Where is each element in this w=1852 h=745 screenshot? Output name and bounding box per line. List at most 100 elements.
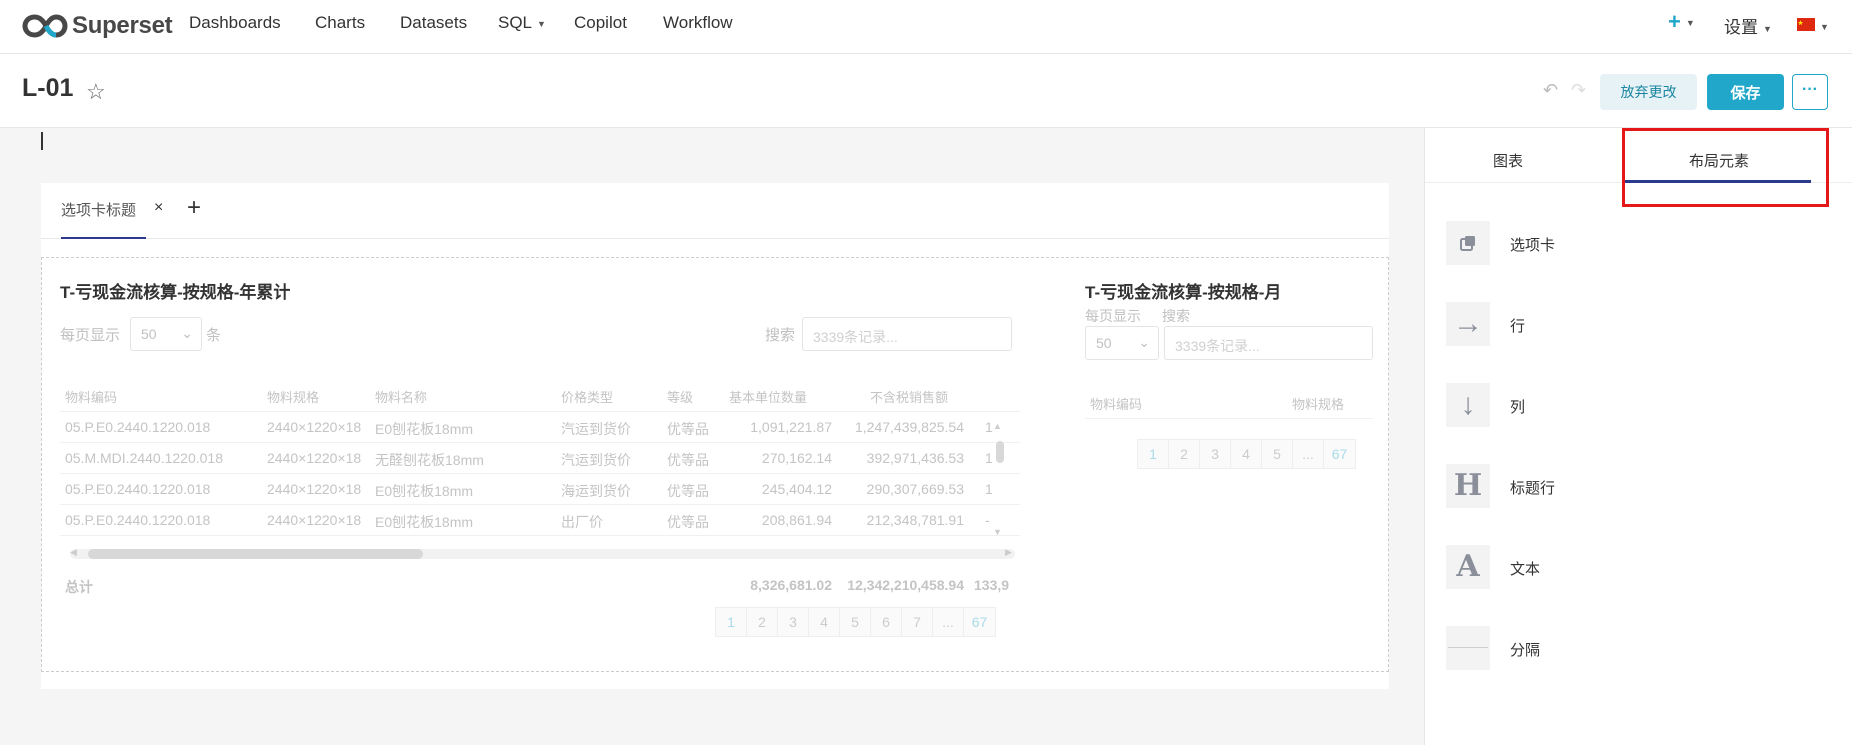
page-button[interactable]: 67 [1324, 440, 1355, 468]
cell-grade: 优等品 [667, 514, 709, 530]
layout-item-tabs[interactable]: 选项卡 [1446, 221, 1826, 265]
column-header-price-type[interactable]: 价格类型 [561, 387, 613, 406]
scroll-right-icon[interactable]: ▶ [1005, 547, 1012, 558]
search-input[interactable]: 3339条记录... [1164, 326, 1373, 360]
nav-datasets[interactable]: Datasets [400, 13, 467, 33]
column-header-code[interactable]: 物料编码 [1090, 394, 1142, 413]
cell-code: 05.P.E0.2440.1220.018 [65, 512, 211, 528]
superset-logo[interactable]: Superset [22, 8, 173, 44]
arrow-right-icon: → [1446, 302, 1490, 346]
cell-spec: 2440×1220×18 [267, 481, 362, 497]
highlight-annotation [1622, 128, 1829, 207]
layout-item-label: 标题行 [1510, 480, 1556, 497]
search-input[interactable]: 3339条记录... [802, 317, 1012, 351]
chevron-down-icon: ▼ [1685, 18, 1695, 29]
superset-logo-icon [22, 14, 68, 38]
tab-title[interactable]: 选项卡标题 [61, 199, 147, 239]
chart-2-title[interactable]: T-亏现金流核算-按规格-月 [1085, 278, 1281, 303]
brand-name: Superset [72, 12, 173, 39]
row-divider [60, 535, 1020, 536]
dashboard-title[interactable]: L-01 [22, 74, 73, 103]
page-ellipsis: ... [1293, 440, 1324, 468]
cell-sales: 290,307,669.53 [866, 481, 964, 497]
layout-item-divider[interactable]: 分隔 [1446, 626, 1826, 670]
page-button[interactable]: 6 [871, 608, 902, 636]
chart-1-title[interactable]: T-亏现金流核算-按规格-年累计 [60, 278, 290, 303]
cell-extra: 1 [985, 450, 993, 466]
pagination: 1 2 3 4 5 6 7 ... 67 [715, 607, 996, 637]
redo-icon[interactable]: ↷ [1571, 80, 1586, 101]
column-header-sales[interactable]: 不含税销售额 [870, 387, 948, 406]
layout-item-text[interactable]: A 文本 [1446, 545, 1826, 589]
layout-item-header[interactable]: H 标题行 [1446, 464, 1826, 508]
page-button[interactable]: 7 [902, 608, 933, 636]
page-button[interactable]: 4 [809, 608, 840, 636]
column-header-name[interactable]: 物料名称 [375, 387, 427, 406]
layout-item-row[interactable]: → 行 [1446, 302, 1826, 346]
cell-quantity: 208,861.94 [761, 512, 832, 528]
horizontal-scroll-thumb[interactable] [88, 549, 423, 559]
page-size-select[interactable]: 50 ⌄ [1085, 326, 1159, 360]
layout-item-label: 行 [1510, 318, 1526, 335]
page-button[interactable]: 5 [840, 608, 871, 636]
arrow-down-icon: ↓ [1446, 383, 1490, 427]
row-divider [60, 442, 1020, 443]
tab-content-area: T-亏现金流核算-按规格-年累计 每页显示 50 ⌄ 条 搜索 3339条记录..… [41, 257, 1389, 672]
new-plus-menu[interactable]: + ▼ [1668, 9, 1695, 35]
nav-sql[interactable]: SQL ▼ [498, 13, 546, 33]
cell-grade: 优等品 [667, 483, 709, 499]
cell-price-type: 海运到货价 [561, 483, 631, 499]
chevron-down-icon: ▼ [537, 18, 546, 29]
save-button[interactable]: 保存 [1707, 74, 1784, 110]
undo-icon[interactable]: ↶ [1543, 80, 1558, 101]
vertical-scroll-thumb[interactable] [996, 441, 1004, 463]
cell-name: 无醛刨花板18mm [375, 452, 484, 468]
page-button[interactable]: 2 [747, 608, 778, 636]
discard-changes-button[interactable]: 放弃更改 [1600, 74, 1697, 110]
scroll-left-icon[interactable]: ◀ [70, 547, 77, 558]
nav-copilot[interactable]: Copilot [574, 13, 627, 33]
chevron-down-icon: ⌄ [1138, 334, 1150, 350]
nav-charts[interactable]: Charts [315, 13, 365, 33]
column-header-spec[interactable]: 物料规格 [267, 387, 319, 406]
language-menu[interactable]: ▼ [1797, 16, 1829, 36]
scroll-up-icon[interactable]: ▲ [993, 421, 1002, 431]
search-label: 搜索 [765, 327, 796, 344]
page-button[interactable]: 2 [1169, 440, 1200, 468]
column-header-spec[interactable]: 物料规格 [1292, 394, 1344, 413]
add-tab-icon[interactable]: + [187, 194, 201, 222]
pagination: 1 2 3 4 5 ... 67 [1137, 439, 1356, 469]
star-icon[interactable]: ☆ [86, 79, 106, 105]
settings-menu[interactable]: 设置 ▼ [1724, 13, 1772, 38]
page-button[interactable]: 3 [1200, 440, 1231, 468]
divider-icon [1446, 626, 1490, 670]
scroll-down-icon[interactable]: ▼ [993, 527, 1002, 537]
page-button[interactable]: 5 [1262, 440, 1293, 468]
page-ellipsis: ... [933, 608, 964, 636]
page-button[interactable]: 3 [778, 608, 809, 636]
header-icon: H [1446, 464, 1490, 508]
tab-charts[interactable]: 图表 [1493, 150, 1523, 171]
builder-side-panel: 图表 布局元素 选项卡 → 行 ↓ 列 H 标题行 A 文本 分隔 [1424, 128, 1852, 745]
layout-item-column[interactable]: ↓ 列 [1446, 383, 1826, 427]
close-icon[interactable]: × [154, 199, 163, 217]
page-size-select[interactable]: 50 ⌄ [130, 317, 202, 351]
page-button[interactable]: 4 [1231, 440, 1262, 468]
nav-dashboards[interactable]: Dashboards [189, 13, 281, 33]
column-header-grade[interactable]: 等级 [667, 387, 693, 406]
page-button[interactable]: 1 [716, 608, 747, 636]
tab-strip: 选项卡标题 × + [41, 183, 1389, 239]
page-size-suffix: 条 [206, 327, 222, 344]
search-label: 搜索 [1162, 308, 1190, 324]
page-button[interactable]: 1 [1138, 440, 1169, 468]
column-header-quantity[interactable]: 基本单位数量 [729, 387, 807, 406]
dashboard-header: L-01 ☆ ↶ ↷ 放弃更改 保存 ··· [0, 54, 1852, 128]
cell-name: E0刨花板18mm [375, 514, 474, 530]
more-options-button[interactable]: ··· [1792, 74, 1828, 110]
cell-name: E0刨花板18mm [375, 483, 474, 499]
chevron-down-icon: ▼ [1820, 21, 1829, 32]
cell-price-type: 汽运到货价 [561, 421, 631, 437]
nav-workflow[interactable]: Workflow [663, 13, 733, 33]
page-button[interactable]: 67 [964, 608, 995, 636]
column-header-code[interactable]: 物料编码 [65, 387, 117, 406]
